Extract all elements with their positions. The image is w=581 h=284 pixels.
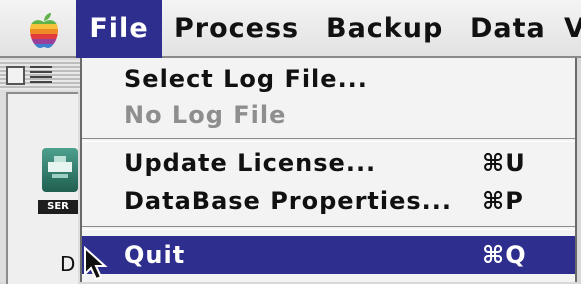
menu-item-label: Quit: [124, 241, 186, 269]
menu-item-label: DataBase Properties...: [124, 187, 453, 215]
menu-partial[interactable]: V: [564, 0, 581, 58]
menu-item-label: No Log File: [124, 101, 287, 129]
background-partial-text: D: [60, 252, 76, 276]
menu-process[interactable]: Process: [174, 0, 299, 58]
menu-item-shortcut: ⌘U: [482, 149, 526, 177]
close-box-icon[interactable]: [6, 66, 25, 85]
file-menu-dropdown: Select Log File... No Log File Update Li…: [80, 58, 577, 282]
menu-item-label: Update License...: [124, 149, 377, 177]
cursor-arrow-icon: [84, 246, 108, 281]
menu-item-select-log-file[interactable]: Select Log File...: [82, 60, 575, 98]
list-view-icon[interactable]: [30, 66, 52, 84]
application-icon[interactable]: [42, 148, 78, 192]
apple-icon[interactable]: [24, 10, 64, 50]
menu-item-quit[interactable]: Quit ⌘Q: [82, 236, 575, 274]
menu-item-shortcut: ⌘P: [482, 187, 524, 215]
menu-data[interactable]: Data: [470, 0, 546, 58]
application-icon-label: SER: [38, 200, 78, 214]
menu-item-update-license[interactable]: Update License... ⌘U: [82, 144, 575, 182]
menu-separator: [82, 226, 575, 230]
menu-file[interactable]: File: [76, 0, 162, 58]
menu-backup[interactable]: Backup: [326, 0, 443, 58]
menu-separator: [82, 138, 575, 142]
menu-item-shortcut: ⌘Q: [482, 241, 527, 269]
menu-bar: File Process Backup Data V: [0, 0, 581, 58]
menu-item-no-log-file: No Log File: [82, 96, 575, 134]
menu-item-label: Select Log File...: [124, 65, 368, 93]
menu-item-database-properties[interactable]: DataBase Properties... ⌘P: [82, 182, 575, 220]
